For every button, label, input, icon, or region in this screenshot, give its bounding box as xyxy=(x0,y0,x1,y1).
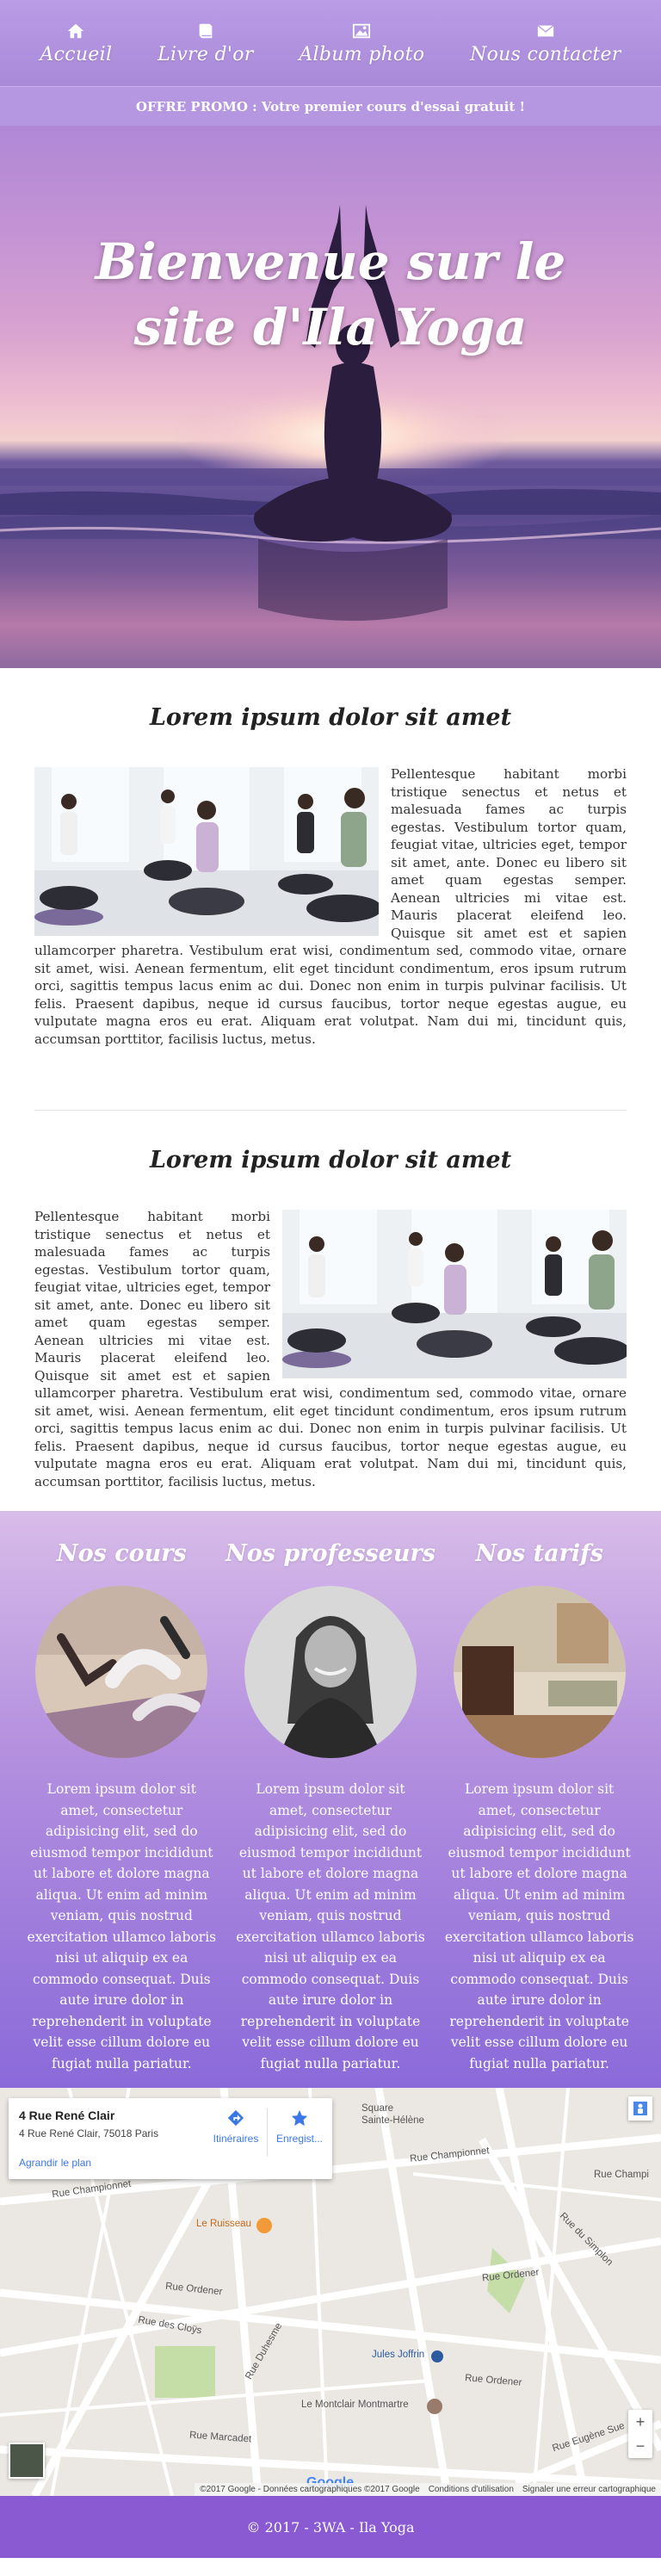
article-title: Lorem ipsum dolor sit amet xyxy=(149,704,512,731)
directions-button[interactable]: Itinéraires xyxy=(201,2108,270,2145)
place-card: 4 Rue René Clair 4 Rue René Clair, 75018… xyxy=(9,2098,332,2179)
hero-title: Bienvenue sur le site d'Ila Yoga xyxy=(95,232,566,356)
hero-image xyxy=(0,205,661,621)
hero-banner: Bienvenue sur le site d'Ila Yoga xyxy=(0,126,661,668)
teacher-photo xyxy=(244,1586,417,1758)
service-text: Lorem ipsum dolor sit amet, consectetur … xyxy=(27,1781,217,2071)
zoom-in-button[interactable]: + xyxy=(636,2410,646,2434)
yoga-class-photo xyxy=(282,1210,627,1378)
street-view-button[interactable] xyxy=(628,2096,652,2121)
nav-item-home[interactable]: Accueil xyxy=(40,22,112,65)
promo-banner: OFFRE PROMO : Votre premier cours d'essa… xyxy=(0,86,661,126)
article-body: Pellentesque habitant morbi tristique se… xyxy=(34,765,627,1048)
service-teachers: Nos professeurs Lorem ipsum dolor sit am… xyxy=(225,1540,436,2088)
yoga-class-photo xyxy=(34,767,379,936)
card-separator xyxy=(267,2108,268,2157)
map-label: Le Montclair Montmartre xyxy=(301,2400,409,2410)
envelope-icon xyxy=(537,24,554,36)
home-icon xyxy=(68,23,84,38)
place-address: 4 Rue René Clair, 75018 Paris xyxy=(19,2127,159,2139)
article-1: Lorem ipsum dolor sit amet Pellentesque … xyxy=(0,668,661,1048)
enlarge-map-link[interactable]: Agrandir le plan xyxy=(19,2157,91,2169)
site-footer: © 2017 - 3WA - Ila Yoga xyxy=(0,2496,661,2558)
terms-link[interactable]: Conditions d'utilisation xyxy=(429,2485,514,2494)
nav-label: Nous contacter xyxy=(470,43,621,65)
service-text: Lorem ipsum dolor sit amet, consectetur … xyxy=(236,1781,425,2071)
save-label: Enregist... xyxy=(275,2133,324,2145)
article-2: Lorem ipsum dolor sit amet Pellentesque … xyxy=(0,1111,661,1490)
services-section: Nos cours Lorem ipsum dolor sit amet, co… xyxy=(0,1511,661,2088)
nav-label: Album photo xyxy=(299,43,425,65)
report-error-link[interactable]: Signaler une erreur cartographique xyxy=(522,2485,656,2494)
studio-photo xyxy=(453,1586,626,1758)
attribution-text: ©2017 Google - Données cartographiques ©… xyxy=(200,2485,420,2494)
save-button[interactable]: Enregist... xyxy=(272,2108,327,2145)
article-body: Pellentesque habitant morbi tristique se… xyxy=(34,1208,627,1490)
map-label: Sainte-Hélène xyxy=(361,2115,424,2126)
directions-label: Itinéraires xyxy=(213,2133,259,2145)
zoom-controls: + − xyxy=(628,2410,652,2458)
map-label: Le Ruisseau xyxy=(196,2219,251,2229)
nav-item-contact[interactable]: Nous contacter xyxy=(470,22,621,65)
promo-text: OFFRE PROMO : Votre premier cours d'essa… xyxy=(135,98,526,115)
service-prices: Nos tarifs Lorem ipsum dolor sit amet, c… xyxy=(445,1540,634,2088)
map-embed[interactable]: Square Sainte-Hélène Rue Championnet Rue… xyxy=(0,2088,661,2496)
service-courses: Nos cours Lorem ipsum dolor sit amet, co… xyxy=(27,1540,217,2088)
service-title: Nos tarifs xyxy=(475,1540,603,1567)
article-title: Lorem ipsum dolor sit amet xyxy=(149,1147,512,1173)
pegman-icon xyxy=(633,2102,647,2115)
map-label: Jules Joffrin xyxy=(372,2350,425,2360)
main-nav: Accueil Livre d'or Album photo Nous cont… xyxy=(0,0,661,86)
nav-item-album[interactable]: Album photo xyxy=(299,22,424,65)
map-label: Square xyxy=(361,2103,394,2114)
star-icon xyxy=(291,2109,308,2127)
map-label: Rue Champi xyxy=(594,2170,649,2180)
satellite-toggle[interactable] xyxy=(9,2443,45,2479)
courses-photo xyxy=(35,1586,208,1758)
nav-label: Livre d'or xyxy=(158,43,254,65)
footer-text: © 2017 - 3WA - Ila Yoga xyxy=(246,2518,415,2536)
book-icon xyxy=(199,23,213,38)
service-text: Lorem ipsum dolor sit amet, consectetur … xyxy=(444,1781,634,2071)
service-title: Nos professeurs xyxy=(225,1540,436,1567)
map-attribution: ©2017 Google - Données cartographiques ©… xyxy=(195,2483,661,2496)
directions-icon xyxy=(227,2109,244,2127)
nav-item-guestbook[interactable]: Livre d'or xyxy=(158,22,254,65)
place-title: 4 Rue René Clair xyxy=(19,2108,115,2122)
picture-icon xyxy=(353,23,371,38)
nav-label: Accueil xyxy=(40,43,113,65)
service-title: Nos cours xyxy=(56,1540,187,1567)
zoom-out-button[interactable]: − xyxy=(636,2434,646,2458)
